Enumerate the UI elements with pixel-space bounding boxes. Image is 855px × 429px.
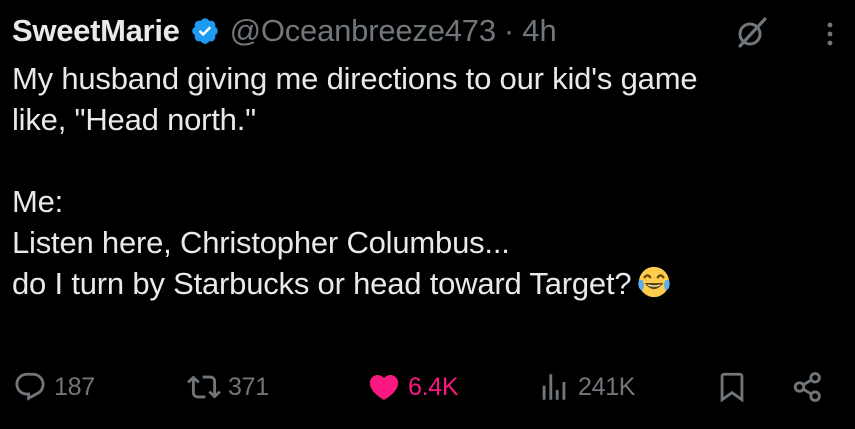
tweet: SweetMarie @Oceanbreeze473 · 4h My husba…: [0, 0, 855, 429]
separator-dot: ·: [503, 13, 515, 48]
repost-button[interactable]: 371: [186, 362, 269, 412]
author-display-name[interactable]: SweetMarie: [12, 13, 180, 49]
heart-icon: [366, 369, 402, 405]
tweet-header: SweetMarie @Oceanbreeze473 · 4h: [12, 10, 557, 52]
bookmark-button[interactable]: [714, 362, 750, 412]
share-icon: [790, 369, 826, 405]
share-button[interactable]: [790, 362, 826, 412]
verified-badge-icon[interactable]: [190, 16, 220, 46]
repost-count: 371: [228, 372, 269, 401]
grok-icon[interactable]: [734, 14, 770, 50]
like-button[interactable]: 6.4K: [366, 362, 459, 412]
reply-icon: [12, 369, 48, 405]
timestamp[interactable]: 4h: [522, 13, 556, 49]
tweet-text-line: Listen here, Christopher Columbus...: [12, 225, 510, 260]
tweet-text-line: like, "Head north.": [12, 102, 256, 137]
reply-button[interactable]: 187: [12, 362, 95, 412]
tweet-text-last-line: do I turn by Starbucks or head toward Ta…: [12, 263, 852, 304]
tweet-text-line: do I turn by Starbucks or head toward Ta…: [12, 266, 632, 301]
views-chart-icon: [536, 369, 572, 405]
tweet-text-line: My husband giving me directions to our k…: [12, 61, 698, 96]
views-count: 241K: [578, 372, 636, 401]
tears-of-joy-emoji-icon: [637, 265, 671, 299]
repost-icon: [186, 369, 222, 405]
author-handle[interactable]: @Oceanbreeze473: [230, 13, 497, 49]
reply-count: 187: [54, 372, 95, 401]
tweet-actions: 187 371 6.4K 241K: [0, 362, 855, 412]
tweet-text: My husband giving me directions to our k…: [12, 58, 852, 304]
more-options-icon[interactable]: [818, 14, 842, 50]
tweet-text-line: Me:: [12, 184, 64, 219]
like-count: 6.4K: [408, 372, 459, 401]
views-button[interactable]: 241K: [536, 362, 635, 412]
bookmark-icon: [714, 369, 750, 405]
